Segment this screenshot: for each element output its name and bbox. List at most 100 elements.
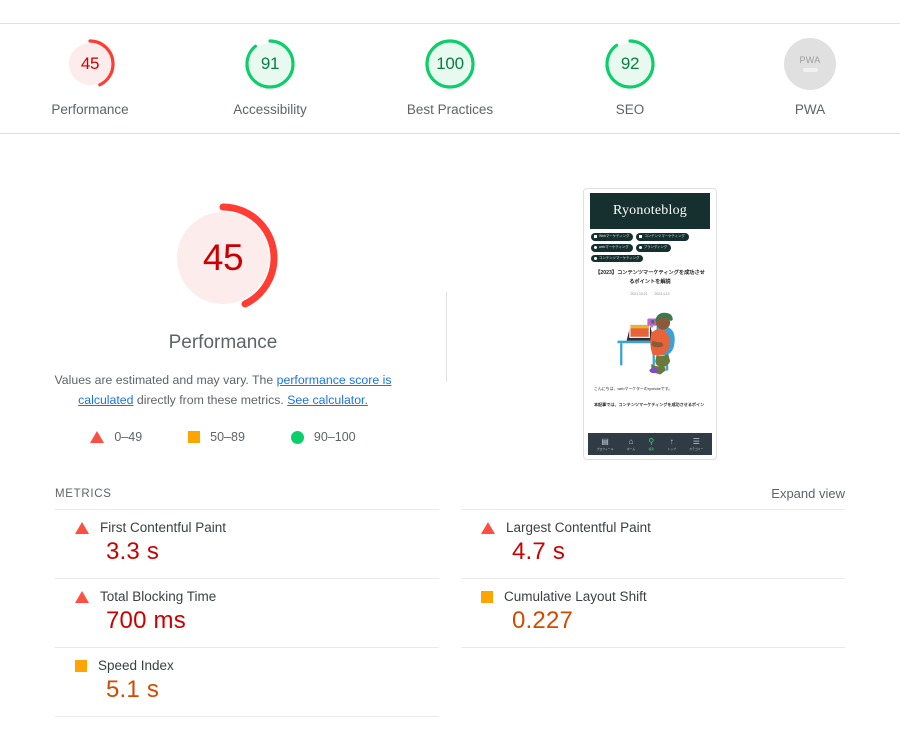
square-icon xyxy=(188,431,201,443)
nav-item-label: カテゴリー xyxy=(689,446,704,451)
metric-value: 700 ms xyxy=(106,607,186,634)
expand-view-button[interactable]: Expand view xyxy=(771,486,845,501)
score-gauge-performance[interactable]: 45 Performance xyxy=(30,38,150,117)
article-title: 【2023】コンテンツマーケティングを成功させるポイントを解説 xyxy=(595,270,705,286)
circle-icon xyxy=(594,246,597,250)
site-tag[interactable]: webマーケティング xyxy=(591,243,633,252)
gauge-score-value: 92 xyxy=(620,54,640,73)
metrics-grid: First Contentful Paint 3.3 s Total Blockin… xyxy=(55,509,845,717)
home-icon: ⌂ xyxy=(628,436,634,446)
score-gauge-best-practices[interactable]: 100 Best Practices xyxy=(390,38,510,117)
metric-row[interactable]: Speed Index 5.1 s xyxy=(55,647,439,716)
circle-icon xyxy=(594,256,597,260)
metric-row[interactable]: Total Blocking Time 700 ms xyxy=(55,578,439,647)
metric-row[interactable]: First Contentful Paint 3.3 s xyxy=(55,509,439,578)
monitor-icon: ▤ xyxy=(601,436,609,446)
legend-item: 50–89 xyxy=(188,430,245,444)
metric-header: Cumulative Layout Shift xyxy=(461,589,845,604)
performance-score-value: 45 xyxy=(202,237,244,278)
nav-item-arrow-up[interactable]: ↑ トップ xyxy=(667,436,676,451)
triangle-icon xyxy=(75,521,89,534)
gauge-score-value: 45 xyxy=(80,54,100,73)
site-tag-list: Webマーケティング コンテンツマーケティング webマーケティング ブランディングコ… xyxy=(591,233,709,263)
metrics-column-right: Largest Contentful Paint 4.7 s Cumulative … xyxy=(461,509,845,717)
metric-header: Speed Index xyxy=(55,658,439,673)
metric-row[interactable]: Cumulative Layout Shift 0.227 xyxy=(461,578,845,647)
score-scale-divider xyxy=(0,133,900,134)
section-vertical-divider xyxy=(446,292,447,382)
site-tag-label: Webマーケティング xyxy=(599,234,630,239)
site-tag[interactable]: Webマーケティング xyxy=(591,233,634,241)
performance-description: Values are estimated and may vary. The p… xyxy=(47,370,399,410)
nav-item-label: 検索 xyxy=(648,446,655,451)
performance-gauge-section: 45 Performance Values are estimated and … xyxy=(0,150,446,444)
updated-date: 2023.4.12 xyxy=(654,292,670,297)
legend-range-label: 0–49 xyxy=(114,430,143,444)
page-screenshot-section: Ryonoteblog Webマーケティング コンテンツマーケティング webマーケ… xyxy=(446,150,900,460)
metric-name: Total Blocking Time xyxy=(100,589,217,604)
nav-item-home[interactable]: ⌂ ホーム xyxy=(626,436,636,451)
gauge-category-label: Best Practices xyxy=(406,102,494,117)
nav-item-label: ホーム xyxy=(626,446,636,451)
list-icon: ☰ xyxy=(692,436,700,446)
article-meta: 2021.10.21 2023.4.12 xyxy=(588,292,712,296)
site-tag-label: コンテンツマーケティング xyxy=(599,255,640,260)
score-gauge-seo[interactable]: 92 SEO xyxy=(570,38,690,117)
metric-value: 5.1 s xyxy=(106,676,160,703)
square-icon xyxy=(639,235,643,239)
gauge-dial: 100 xyxy=(424,38,476,90)
legend-range-label: 50–89 xyxy=(210,430,245,444)
score-gauge-accessibility[interactable]: 91 Accessibility xyxy=(210,38,330,117)
metric-header: Largest Contentful Paint xyxy=(461,520,845,535)
search-icon: ⚲ xyxy=(648,436,655,446)
nav-item-monitor[interactable]: ▤ プロフィール xyxy=(597,436,614,451)
site-tag[interactable]: ブランディング xyxy=(635,243,672,252)
description-text-2: directly from these metrics. xyxy=(133,393,288,407)
pwa-dash-icon xyxy=(802,68,818,72)
page-screenshot-thumbnail[interactable]: Ryonoteblog Webマーケティング コンテンツマーケティング webマーケ… xyxy=(583,188,717,460)
published-date: 2021.10.21 xyxy=(630,292,648,297)
metrics-heading: METRICS xyxy=(55,487,112,500)
legend-item: 90–100 xyxy=(290,430,356,444)
metrics-bottom-divider xyxy=(55,716,439,717)
metric-row[interactable]: Largest Contentful Paint 4.7 s xyxy=(461,509,845,578)
article-illustration xyxy=(617,313,675,375)
triangle-icon xyxy=(481,521,495,534)
score-gauge-pwa[interactable]: PWA PWA xyxy=(750,38,870,117)
site-tag-label: webマーケティング xyxy=(599,244,629,249)
nav-item-list[interactable]: ☰ カテゴリー xyxy=(689,436,704,451)
square-icon xyxy=(75,659,87,672)
square-icon xyxy=(594,235,597,239)
mobile-bottom-nav[interactable]: ▤ プロフィール ⌂ ホーム ⚲ 検索 ↑ トップ ☰ カテゴリー xyxy=(588,433,712,455)
nav-item-search[interactable]: ⚲ 検索 xyxy=(648,436,655,451)
gauge-dial: 91 xyxy=(244,38,296,90)
gauge-score-value: 91 xyxy=(260,54,280,73)
metric-value: 4.7 s xyxy=(512,538,566,565)
site-header: Ryonoteblog xyxy=(590,193,710,229)
metrics-section: METRICS Expand view First Contentful Pai… xyxy=(55,486,845,717)
triangle-icon xyxy=(90,431,105,443)
square-icon xyxy=(481,590,493,603)
metric-name: First Contentful Paint xyxy=(100,520,227,535)
gauge-category-label: Accessibility xyxy=(233,102,307,117)
legend-range-label: 90–100 xyxy=(313,430,356,444)
site-name: Ryonoteblog xyxy=(613,203,687,218)
see-calculator-link[interactable]: See calculator. xyxy=(287,393,368,407)
metric-header: Total Blocking Time xyxy=(55,589,439,604)
gauge-dial: 92 xyxy=(604,38,656,90)
metrics-column-left: First Contentful Paint 3.3 s Total Blockin… xyxy=(55,509,439,717)
nav-item-label: トップ xyxy=(667,446,676,451)
metric-name: Cumulative Layout Shift xyxy=(504,589,647,604)
metric-name: Largest Contentful Paint xyxy=(506,520,651,535)
site-tag[interactable]: コンテンツマーケティング xyxy=(636,233,689,241)
score-legend: 0–49 50–89 90–100 xyxy=(90,430,356,444)
performance-panel: 45 Performance Values are estimated and … xyxy=(0,150,900,460)
arrow-up-icon: ↑ xyxy=(669,436,674,446)
description-text-1: Values are estimated and may vary. The xyxy=(54,373,277,387)
article-body-text: こんにちは、webマーケターのryonoteです。 xyxy=(594,386,673,392)
gauge-score-value: 100 xyxy=(436,54,464,73)
metric-header: First Contentful Paint xyxy=(55,520,439,535)
site-tag[interactable]: コンテンツマーケティング xyxy=(591,254,644,263)
performance-gauge: 45 xyxy=(167,202,279,314)
circle-icon xyxy=(290,430,304,444)
